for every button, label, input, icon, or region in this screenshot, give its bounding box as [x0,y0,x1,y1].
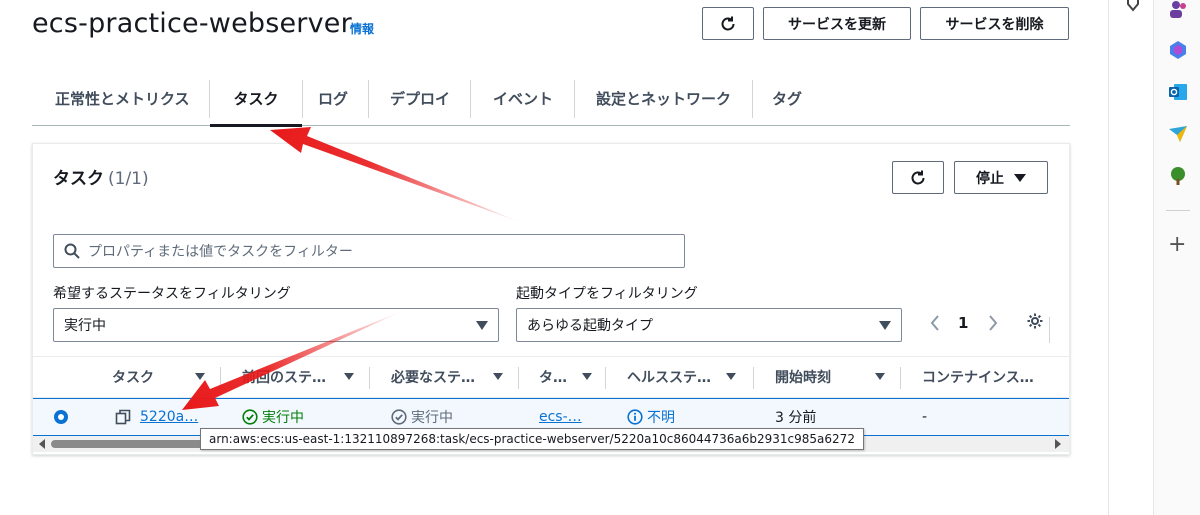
extension-icon[interactable] [1125,0,1141,12]
sidebar-divider [1166,210,1190,211]
tree-icon[interactable] [1168,166,1188,186]
copilot-icon[interactable] [1168,40,1188,60]
arrow-to-task-id [182,312,400,410]
browser-sidebar: + [1153,0,1200,515]
page: ecs-practice-webserver 情報 サービスを更新 サービスを削… [0,0,1200,515]
page-scrollbar[interactable] [1108,0,1114,515]
arrow-to-tasks-tab [270,127,520,222]
annotation-arrows [182,127,520,410]
people-icon[interactable] [1168,0,1188,20]
send-icon[interactable] [1168,124,1188,144]
outlook-icon[interactable] [1168,82,1188,102]
add-icon[interactable]: + [1168,232,1186,257]
